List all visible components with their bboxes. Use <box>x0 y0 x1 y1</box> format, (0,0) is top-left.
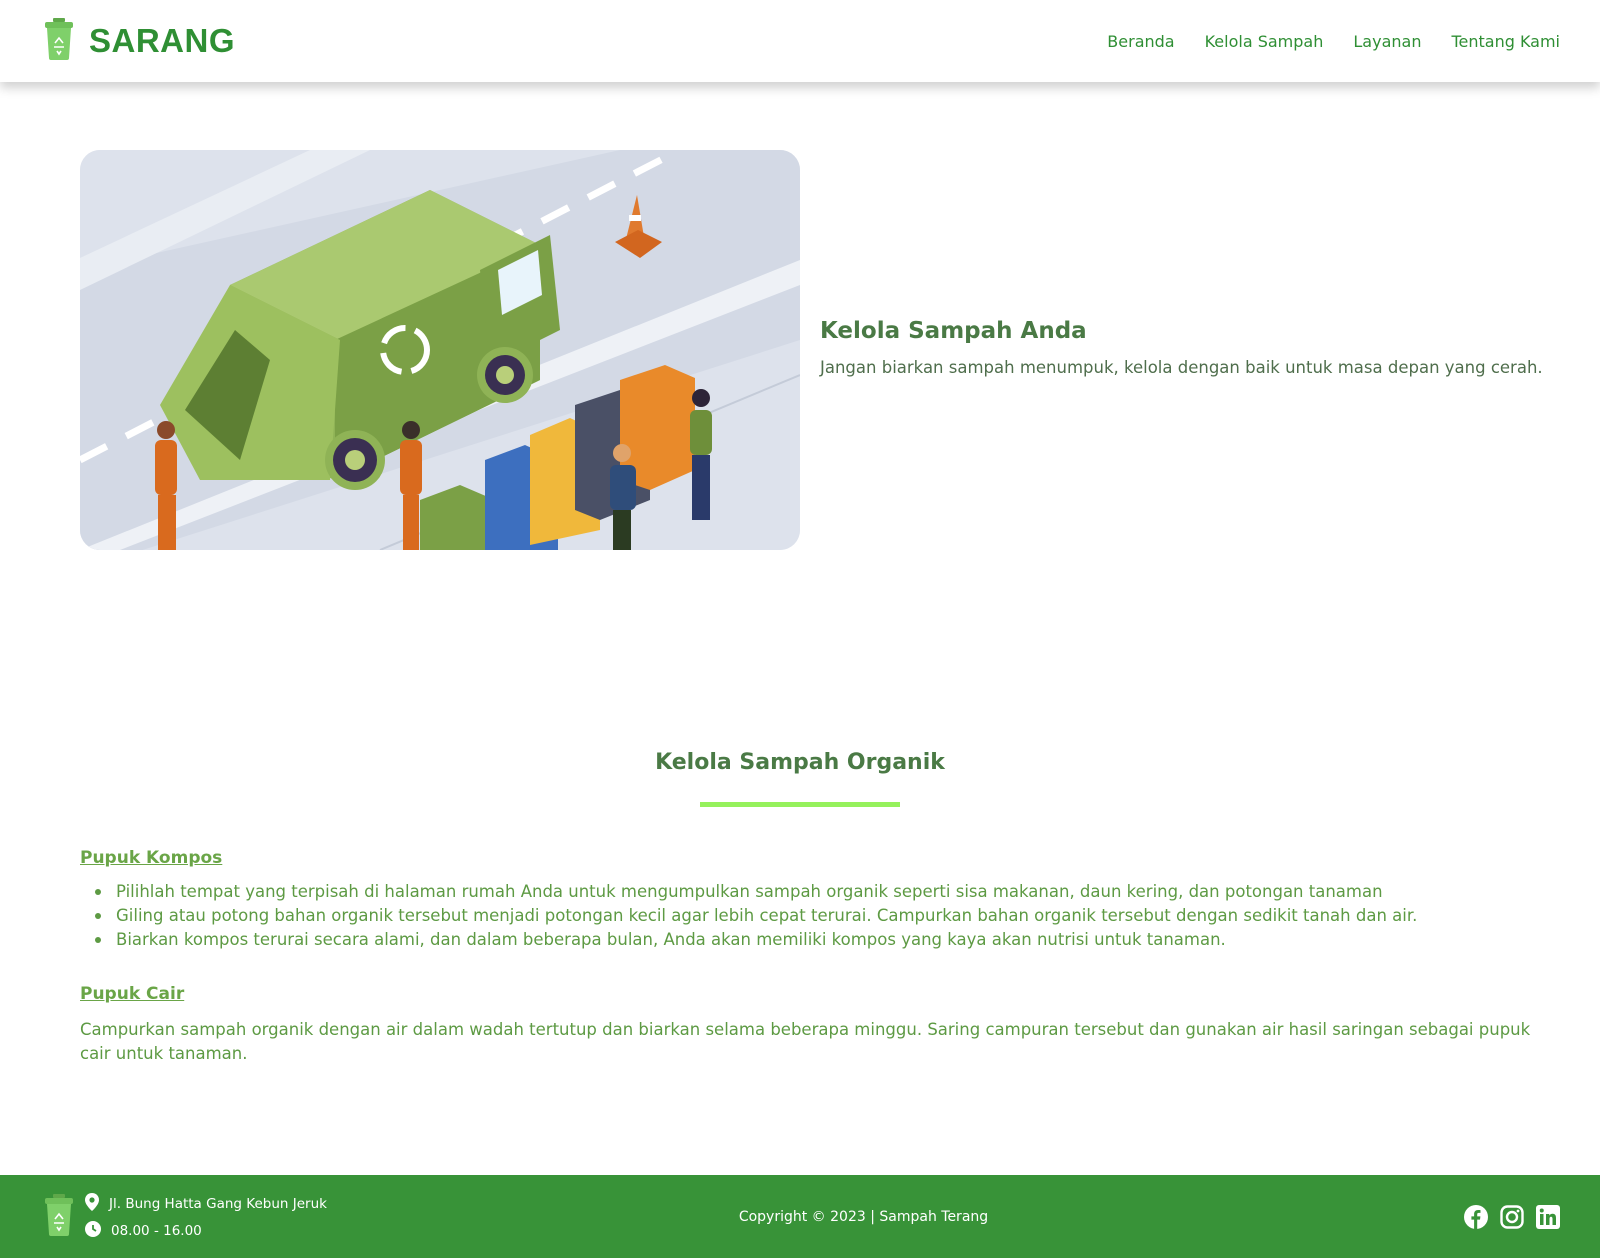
map-pin-icon <box>85 1192 99 1215</box>
facebook-icon[interactable] <box>1464 1204 1488 1229</box>
recycle-bin-icon <box>43 17 75 65</box>
brand[interactable]: SARANG <box>43 17 235 65</box>
cair-text: Campurkan sampah organik dengan air dala… <box>80 1020 1531 1063</box>
instagram-icon[interactable] <box>1500 1204 1524 1229</box>
social-links <box>1464 1204 1560 1229</box>
site-header: SARANG Beranda Kelola Sampah Layanan Ten… <box>0 0 1600 82</box>
list-item: Giling atau potong bahan organik tersebu… <box>80 904 1540 928</box>
hero-title: Kelola Sampah Anda <box>820 318 1087 344</box>
footer-hours-text: 08.00 - 16.00 <box>111 1222 202 1239</box>
footer-contact: Jl. Bung Hatta Gang Kebun Jeruk 08.00 - … <box>43 1192 463 1241</box>
footer-hours: 08.00 - 16.00 <box>85 1220 327 1241</box>
kompos-steps: Pilihlah tempat yang terpisah di halaman… <box>80 880 1540 952</box>
brand-name: SARANG <box>89 22 236 59</box>
copyright: Copyright © 2023 | Sampah Terang <box>738 1208 989 1225</box>
recycle-bin-icon <box>43 1193 75 1241</box>
footer-address: Jl. Bung Hatta Gang Kebun Jeruk <box>85 1192 327 1215</box>
linkedin-icon[interactable] <box>1536 1204 1560 1229</box>
main-nav: Beranda Kelola Sampah Layanan Tentang Ka… <box>1107 32 1560 51</box>
clock-icon <box>85 1220 101 1241</box>
cair-heading: Pupuk Cair <box>80 984 185 1004</box>
nav-tentang-kami[interactable]: Tentang Kami <box>1451 32 1560 51</box>
hero-illustration <box>80 150 800 550</box>
site-footer: Jl. Bung Hatta Gang Kebun Jeruk 08.00 - … <box>0 1175 1600 1258</box>
nav-kelola-sampah[interactable]: Kelola Sampah <box>1205 32 1324 51</box>
nav-beranda[interactable]: Beranda <box>1107 32 1174 51</box>
hero-subtitle: Jangan biarkan sampah menumpuk, kelola d… <box>820 358 1543 377</box>
hero-text: Kelola Sampah Anda Jangan biarkan sampah… <box>820 318 1560 377</box>
list-item: Biarkan kompos terurai secara alami, dan… <box>80 928 1540 952</box>
nav-layanan[interactable]: Layanan <box>1353 32 1421 51</box>
section-title-underline <box>700 802 900 807</box>
kompos-heading: Pupuk Kompos <box>80 848 223 868</box>
list-item: Pilihlah tempat yang terpisah di halaman… <box>80 880 1540 904</box>
footer-address-text: Jl. Bung Hatta Gang Kebun Jeruk <box>109 1195 327 1212</box>
section-title: Kelola Sampah Organik <box>655 750 945 775</box>
